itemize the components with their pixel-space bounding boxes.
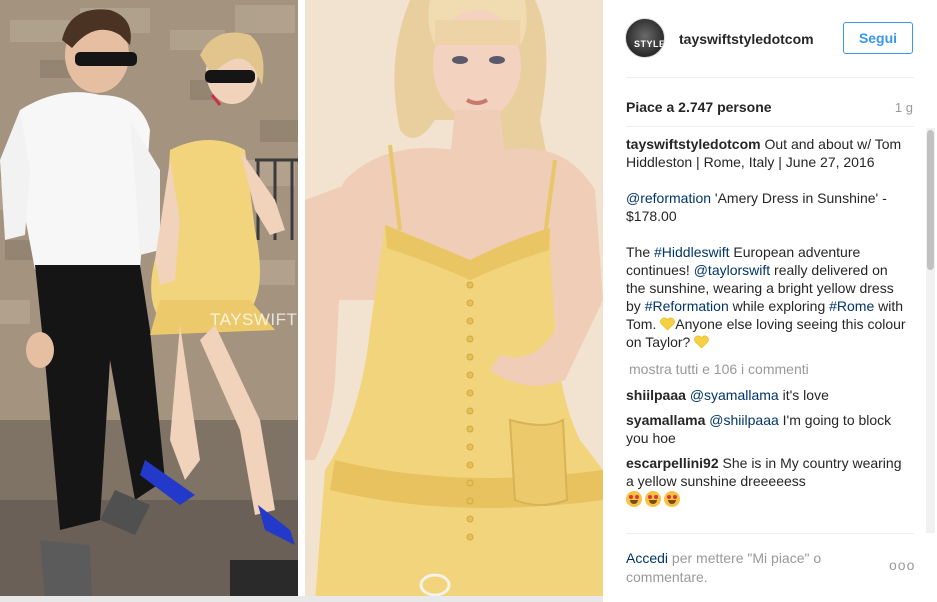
likes-divider [626, 126, 914, 127]
heart-eyes-face-icon [645, 491, 661, 507]
emoji-row [626, 490, 908, 508]
heart-eyes-face-icon [664, 491, 680, 507]
caption-text-3c: while exploring [728, 298, 830, 314]
caption-paragraph-1: tayswiftstyledotcom Out and about w/ Tom… [626, 135, 908, 171]
hashtag-rome[interactable]: #Rome [829, 298, 874, 314]
avatar-label: STYLE [634, 39, 665, 49]
caption-paragraph-2: @reformation 'Amery Dress in Sunshine' -… [626, 189, 908, 225]
comment-mention[interactable]: @syamallama [690, 387, 779, 403]
comment-username[interactable]: shiilpaaa [626, 387, 686, 403]
caption-paragraph-3: The #Hiddleswift European adventure cont… [626, 243, 908, 351]
comment-username[interactable]: escarpellini92 [626, 455, 719, 471]
hashtag-reformation[interactable]: #Reformation [645, 298, 729, 314]
comments-section: tayswiftstyledotcom Out and about w/ Tom… [626, 135, 908, 532]
comments-scrollbar[interactable] [926, 128, 935, 533]
view-all-comments-link[interactable]: mostra tutti e 106 i commenti [629, 360, 908, 378]
scrollbar-thumb[interactable] [927, 130, 934, 270]
login-prompt: Accedi per mettere "Mi piace" o commenta… [626, 549, 866, 587]
comment-mention[interactable]: @shiilpaaa [709, 412, 778, 428]
model-photo-illustration [305, 0, 603, 602]
post-side-panel: STYLE tayswiftstyledotcom Segui Piace a … [603, 0, 937, 602]
post-caption: tayswiftstyledotcom Out and about w/ Tom… [626, 135, 908, 351]
comment-item: escarpellini92 She is in My country wear… [626, 454, 908, 508]
comment-item: syamallama @shiilpaaa I'm going to block… [626, 411, 908, 447]
couple-photo-illustration [0, 0, 298, 602]
mention-reformation[interactable]: @reformation [626, 190, 711, 206]
photo-bottom-strip [0, 596, 603, 602]
post-header: STYLE tayswiftstyledotcom Segui [603, 0, 937, 78]
user-avatar[interactable]: STYLE [625, 18, 665, 58]
watermark-text: TAYSWIFTSTYLE.COM [210, 310, 298, 329]
photo-left-couple: TAYSWIFTSTYLE.COM [0, 0, 298, 602]
mention-taylorswift[interactable]: @taylorswift [694, 262, 770, 278]
more-options-icon[interactable]: ooo [889, 557, 915, 573]
comment-username[interactable]: syamallama [626, 412, 705, 428]
likes-count[interactable]: Piace a 2.747 persone [626, 99, 772, 115]
photo-right-model [305, 0, 603, 602]
header-divider [626, 77, 914, 78]
follow-button[interactable]: Segui [843, 22, 913, 54]
yellow-heart-icon [694, 335, 710, 349]
post-timestamp[interactable]: 1 g [895, 100, 913, 115]
hashtag-hiddleswift[interactable]: #Hiddleswift [654, 244, 729, 260]
yellow-heart-icon [660, 317, 676, 331]
caption-username[interactable]: tayswiftstyledotcom [626, 136, 761, 152]
footer-divider [626, 533, 914, 534]
comment-text: it's love [778, 387, 829, 403]
heart-eyes-face-icon [626, 491, 642, 507]
caption-text-3-start: The [626, 244, 655, 260]
header-username[interactable]: tayswiftstyledotcom [679, 31, 814, 47]
post-photo[interactable]: TAYSWIFTSTYLE.COM [0, 0, 603, 602]
comment-item: shiilpaaa @syamallama it's love [626, 386, 908, 404]
login-link[interactable]: Accedi [626, 550, 668, 566]
